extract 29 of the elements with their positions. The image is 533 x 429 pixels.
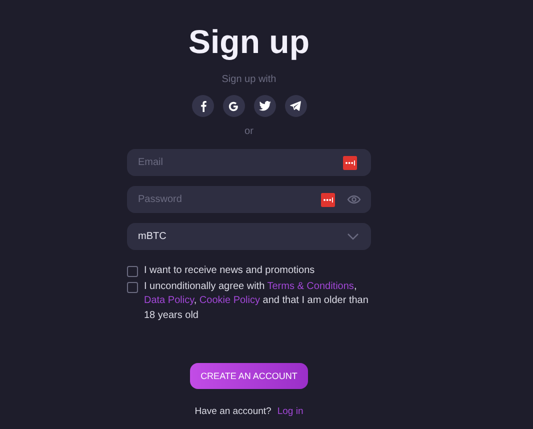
google-icon bbox=[228, 100, 239, 112]
social-label: Sign up with bbox=[220, 74, 278, 85]
bird-icon bbox=[258, 101, 270, 111]
password-field[interactable]: Password bbox=[127, 186, 371, 213]
checkbox-label: I unconditionally agree with Terms & Conditions, Data Policy, Cookie Policy and that I am older than 18 years old bbox=[144, 280, 370, 322]
checkbox-label: I want to receive news and promotions bbox=[144, 264, 315, 278]
policy-link[interactable]: Cookie Policy bbox=[199, 295, 260, 306]
twitter-button[interactable] bbox=[254, 95, 276, 117]
facebook-button[interactable] bbox=[192, 95, 214, 117]
password-manager-icon[interactable] bbox=[321, 192, 335, 206]
paper-plane-icon bbox=[290, 101, 301, 111]
telegram-button[interactable] bbox=[284, 95, 306, 117]
currency-select[interactable]: mBTC bbox=[127, 223, 371, 250]
login-link[interactable]: Log in bbox=[277, 406, 304, 417]
password-input[interactable]: Password bbox=[138, 194, 321, 205]
separator-text: or bbox=[244, 126, 254, 137]
eye-icon[interactable] bbox=[347, 195, 361, 204]
login-prompt: Have an account? bbox=[194, 406, 272, 417]
email-field[interactable]: Email bbox=[127, 149, 371, 176]
checkbox[interactable] bbox=[127, 282, 138, 292]
checkbox[interactable] bbox=[127, 266, 138, 277]
google-button[interactable] bbox=[222, 95, 244, 117]
chevron-down-icon bbox=[347, 233, 359, 240]
page-title: Sign up bbox=[188, 22, 310, 62]
password-manager-icon[interactable] bbox=[343, 156, 357, 170]
create-account-button[interactable]: CREATE AN ACCOUNT bbox=[190, 363, 308, 389]
policy-link[interactable]: Terms & Conditions bbox=[267, 280, 354, 292]
email-input[interactable]: Email bbox=[138, 157, 343, 168]
policy-link[interactable]: Data Policy bbox=[144, 295, 194, 306]
